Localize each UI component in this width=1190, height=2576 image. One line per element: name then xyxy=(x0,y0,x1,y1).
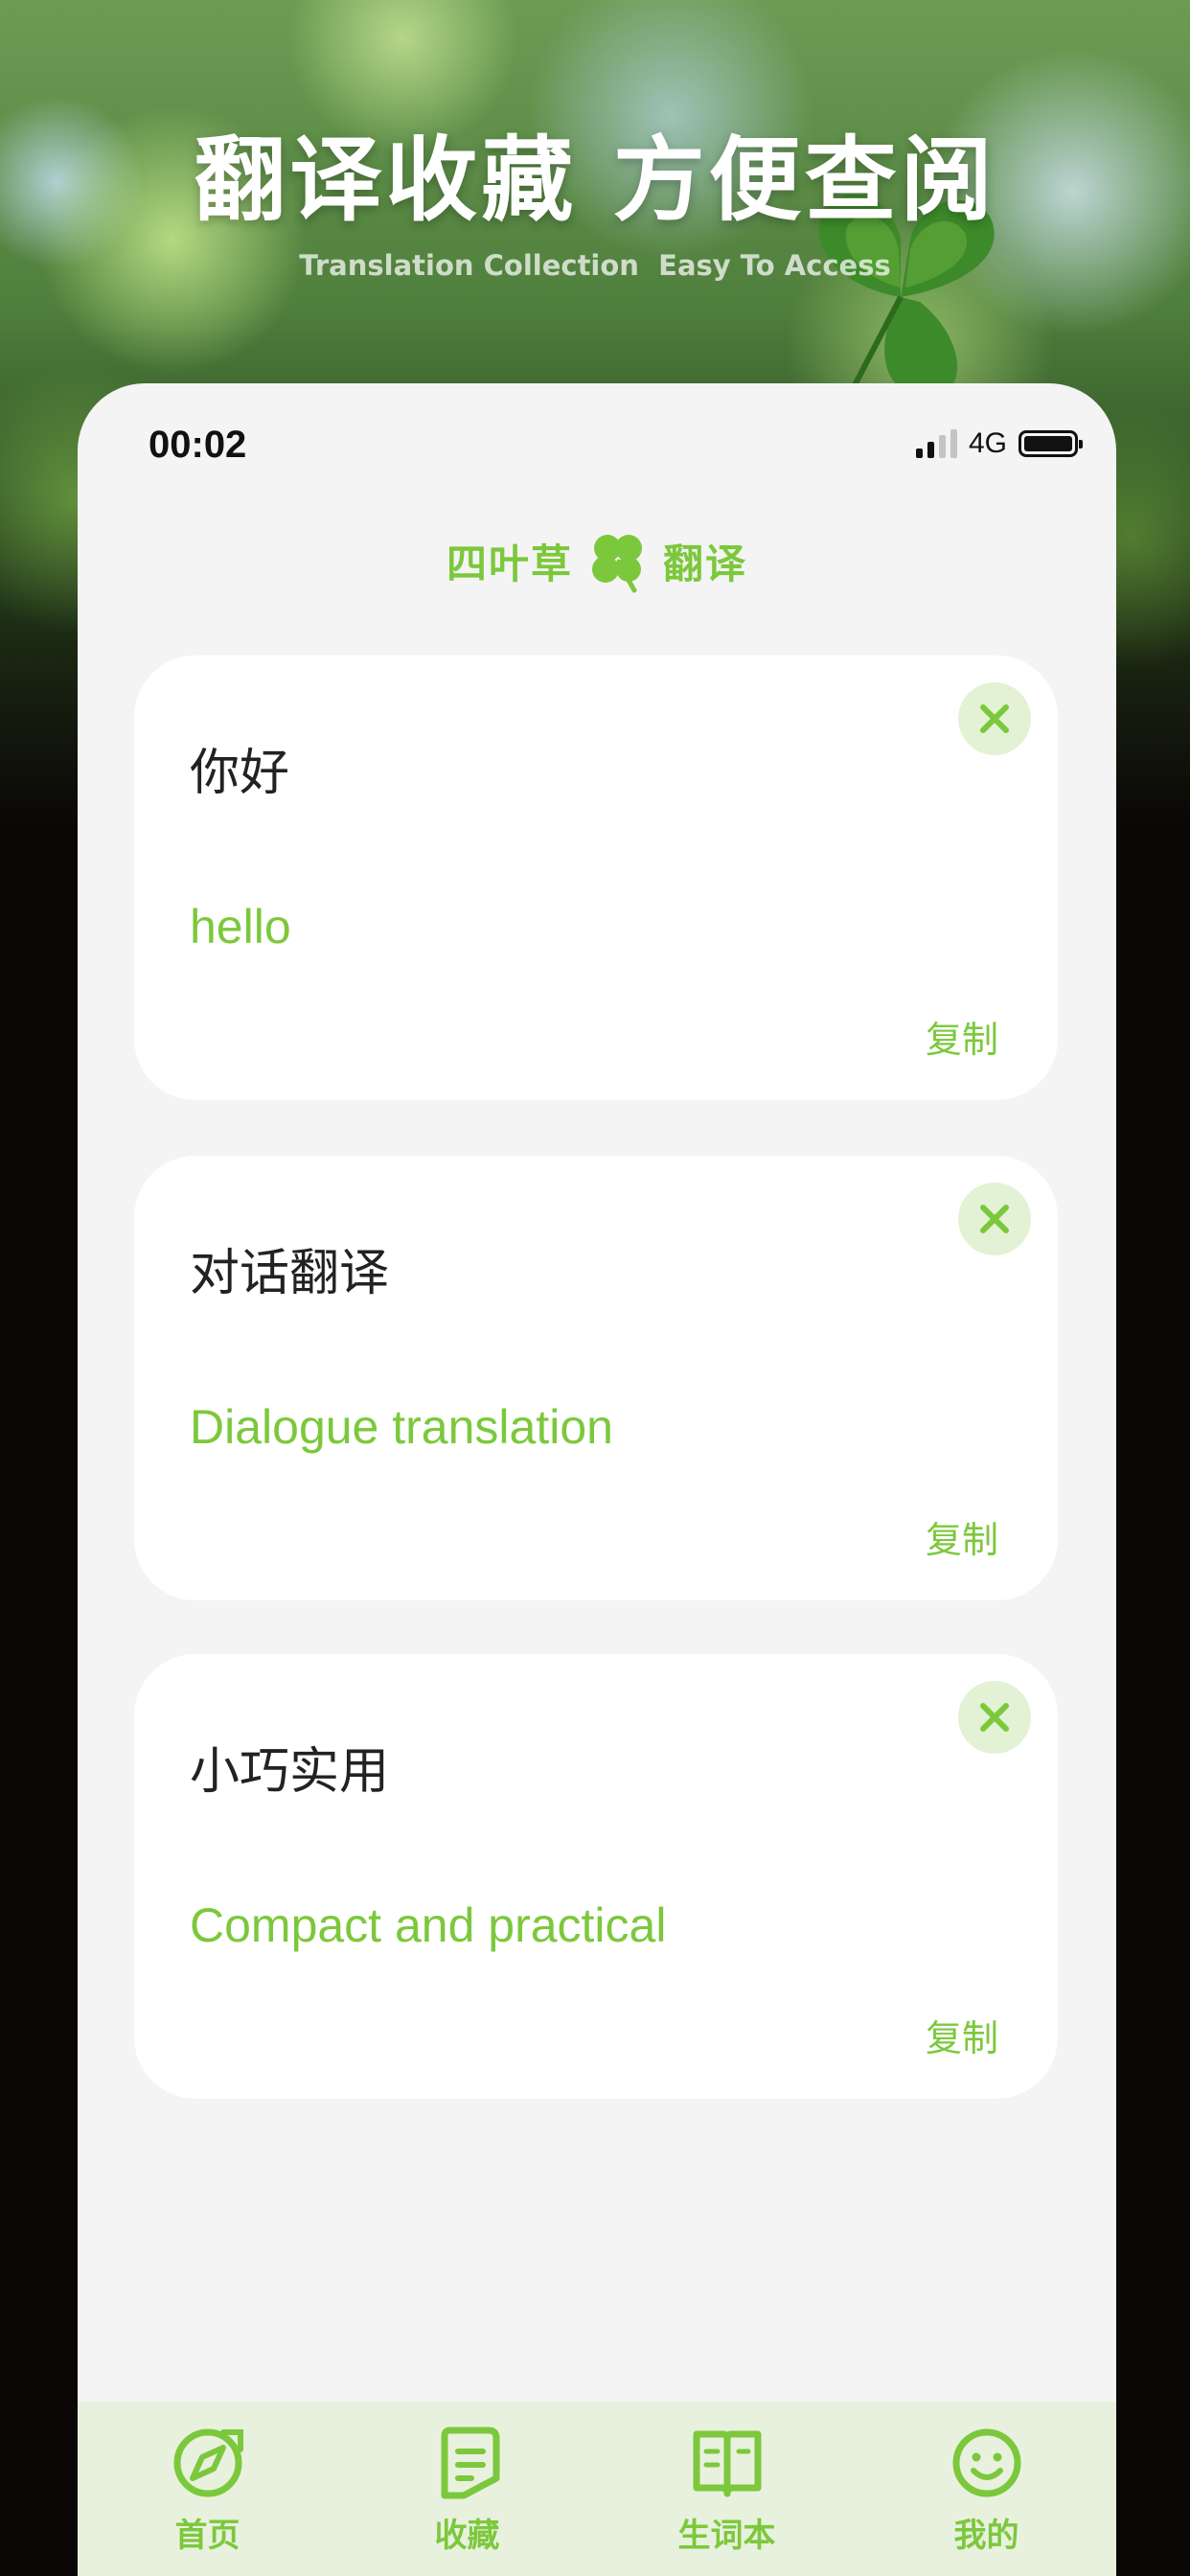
brand-left-text: 四叶草 xyxy=(446,540,573,587)
remove-favorite-button[interactable] xyxy=(958,682,1031,755)
status-indicators: 4G xyxy=(915,427,1083,460)
phone-screen: 00:02 4G 四叶草 翻译 你好 hello 复制 对话翻译 Dialogu… xyxy=(78,383,1116,2576)
brand-logo: 四叶草 翻译 xyxy=(78,527,1116,594)
tab-favorites[interactable]: 收藏 xyxy=(337,2402,597,2576)
tab-label: 我的 xyxy=(953,2517,1019,2555)
translation-text: Dialogue translation xyxy=(190,1400,613,1454)
translation-text: Compact and practical xyxy=(190,1898,667,1952)
source-text: 对话翻译 xyxy=(190,1245,390,1302)
promo-headline: 翻译收藏 方便查阅 xyxy=(194,126,996,234)
copy-button[interactable]: 复制 xyxy=(926,1510,998,1563)
tab-profile[interactable]: 我的 xyxy=(857,2402,1116,2576)
bottom-tab-bar: 首页 收藏 生词本 我的 xyxy=(78,2402,1116,2576)
copy-button[interactable]: 复制 xyxy=(926,2009,998,2061)
source-text: 你好 xyxy=(190,745,290,802)
network-type: 4G xyxy=(968,427,1007,459)
battery-icon xyxy=(1018,430,1083,457)
smiley-icon xyxy=(952,2428,1020,2497)
signal-icon xyxy=(915,429,957,458)
translation-text: hello xyxy=(190,900,291,954)
tab-label: 生词本 xyxy=(677,2517,776,2555)
tab-home[interactable]: 首页 xyxy=(78,2402,337,2576)
source-text: 小巧实用 xyxy=(190,1743,390,1801)
close-icon xyxy=(980,1205,1009,1233)
favorite-card: 你好 hello 复制 xyxy=(134,656,1058,1100)
copy-button[interactable]: 复制 xyxy=(926,1010,998,1063)
remove-favorite-button[interactable] xyxy=(958,1681,1031,1754)
document-icon xyxy=(441,2426,499,2499)
tab-label: 首页 xyxy=(174,2517,240,2555)
book-icon xyxy=(693,2430,761,2497)
favorite-card: 对话翻译 Dialogue translation 复制 xyxy=(134,1156,1058,1600)
tab-vocabulary[interactable]: 生词本 xyxy=(597,2402,857,2576)
close-icon xyxy=(980,704,1009,733)
close-icon xyxy=(980,1703,1009,1732)
remove-favorite-button[interactable] xyxy=(958,1183,1031,1255)
status-time: 00:02 xyxy=(149,424,247,466)
favorite-card: 小巧实用 Compact and practical 复制 xyxy=(134,1654,1058,2099)
brand-right-text: 翻译 xyxy=(663,540,748,587)
four-leaf-clover-icon xyxy=(592,535,642,593)
tab-label: 收藏 xyxy=(434,2517,500,2555)
promo-subheadline: Translation Collection Easy To Access xyxy=(299,249,891,282)
compass-icon xyxy=(173,2428,243,2497)
